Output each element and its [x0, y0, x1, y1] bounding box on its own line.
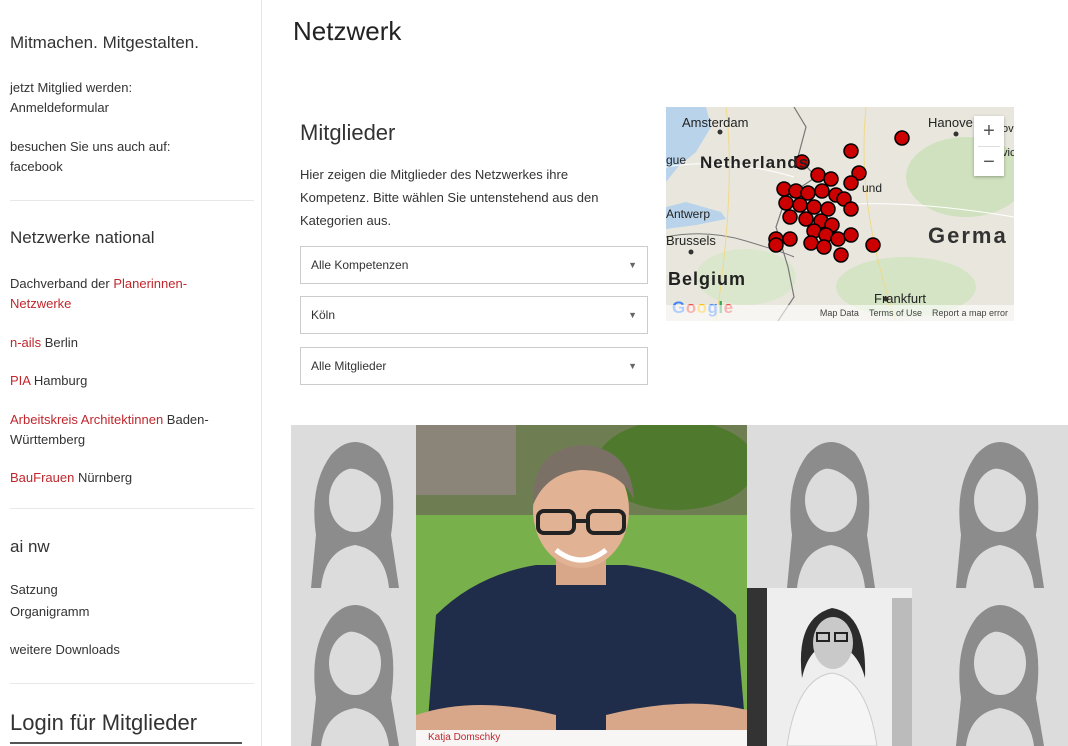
city-select-value: Köln: [311, 308, 336, 322]
map-label-amsterdam: Amsterdam: [682, 115, 749, 130]
placeholder-avatar-icon: [311, 604, 399, 746]
member-photo-small[interactable]: [747, 588, 912, 746]
network-link-n-ails[interactable]: n-ails: [10, 335, 41, 350]
sidebar-heading-mitmachen: Mitmachen. Mitgestalten.: [10, 33, 199, 52]
featured-member-name[interactable]: Katja Domschky: [416, 730, 747, 746]
member-portrait: [416, 425, 747, 746]
city-select[interactable]: Köln ▼: [300, 296, 648, 334]
dropdown-arrow-icon: ▼: [628, 260, 637, 270]
downloads-link[interactable]: weitere Downloads: [10, 640, 120, 660]
map-label-antwerp: Antwerp: [666, 207, 711, 221]
sidebar-divider: [10, 683, 254, 684]
page-title: Netzwerk: [293, 16, 402, 46]
map-label-hanover: Hanove: [928, 115, 973, 130]
sidebar-heading-ainw: ai nw: [10, 537, 50, 556]
map-label-belgium: Belgium: [668, 269, 747, 289]
network-item-text: Hamburg: [30, 373, 88, 388]
competence-select-value: Alle Kompetenzen: [311, 258, 409, 272]
report-map-error-link[interactable]: Report a map error: [932, 308, 1008, 318]
members-title: Mitglieder: [300, 120, 396, 145]
map-footer: Map Data Terms of Use Report a map error: [666, 305, 1014, 321]
map-data-link[interactable]: Map Data: [820, 308, 859, 318]
placeholder-avatar-icon: [787, 441, 875, 588]
network-item: Arbeitskreis Architektinnen Baden-Württe…: [10, 410, 230, 450]
network-link-arbeitskreis[interactable]: Arbeitskreis Architektinnen: [10, 412, 163, 427]
map-label-frankfurt: Frankfurt: [874, 291, 927, 306]
members-map[interactable]: Amsterdam gue Netherlands und Antwerp Br…: [666, 107, 1014, 321]
network-item-text: Berlin: [41, 335, 78, 350]
member-tile-placeholder[interactable]: [291, 425, 416, 588]
dropdown-arrow-icon: ▼: [628, 361, 637, 371]
sidebar-divider: [10, 508, 254, 509]
satzung-link[interactable]: Satzung: [10, 580, 58, 600]
network-item: n-ails Berlin: [10, 333, 78, 353]
network-item: PIA Hamburg: [10, 371, 87, 391]
member-tile-placeholder[interactable]: [912, 425, 1068, 588]
member-tile-placeholder[interactable]: [912, 588, 1068, 746]
network-item-text: Dachverband der: [10, 276, 114, 291]
map-label-germany: Germa: [928, 223, 1008, 248]
login-heading: Login für Mitglieder: [10, 710, 198, 735]
login-underline: [10, 742, 242, 744]
visit-text: besuchen Sie uns auch auf:: [10, 139, 171, 154]
member-select-value: Alle Mitglieder: [311, 359, 387, 373]
zoom-in-button[interactable]: +: [974, 116, 1004, 146]
facebook-link[interactable]: facebook: [10, 157, 63, 177]
zoom-out-button[interactable]: −: [974, 147, 1004, 177]
dropdown-arrow-icon: ▼: [628, 310, 637, 320]
network-link-baufrauen[interactable]: BauFrauen: [10, 470, 74, 485]
member-tile-placeholder[interactable]: [291, 588, 416, 746]
network-item: Dachverband der Planerinnen-Netzwerke: [10, 274, 220, 314]
map-label-dortmund: und: [862, 181, 883, 195]
network-item: BauFrauen Nürnberg: [10, 468, 132, 488]
member-select[interactable]: Alle Mitglieder ▼: [300, 347, 648, 385]
competence-select[interactable]: Alle Kompetenzen ▼: [300, 246, 648, 284]
map-zoom-control: + −: [974, 116, 1004, 176]
member-tile-placeholder[interactable]: [747, 425, 912, 588]
sidebar: Mitmachen. Mitgestalten. jetzt Mitglied …: [0, 0, 262, 746]
member-portrait: [747, 588, 912, 746]
placeholder-avatar-icon: [956, 604, 1044, 746]
organigramm-link[interactable]: Organigramm: [10, 602, 89, 622]
map-label-haque: gue: [666, 153, 687, 167]
map-label-netherlands: Netherlands: [700, 153, 810, 172]
sidebar-heading-netzwerke: Netzwerke national: [10, 228, 155, 247]
network-link-pia[interactable]: PIA: [10, 373, 30, 388]
sidebar-divider: [10, 200, 254, 201]
map-marker-cluster[interactable]: [768, 130, 910, 263]
terms-of-use-link[interactable]: Terms of Use: [869, 308, 922, 318]
members-intro: Hier zeigen die Mitglieder des Netzwerke…: [300, 167, 599, 228]
join-text: jetzt Mitglied werden:: [10, 80, 133, 95]
member-photo-featured[interactable]: [416, 425, 747, 746]
registration-form-link[interactable]: Anmeldeformular: [10, 98, 109, 118]
placeholder-avatar-icon: [311, 441, 399, 588]
map-label-brussels: Brussels: [666, 233, 716, 248]
network-item-text: Nürnberg: [74, 470, 133, 485]
placeholder-avatar-icon: [956, 441, 1044, 588]
